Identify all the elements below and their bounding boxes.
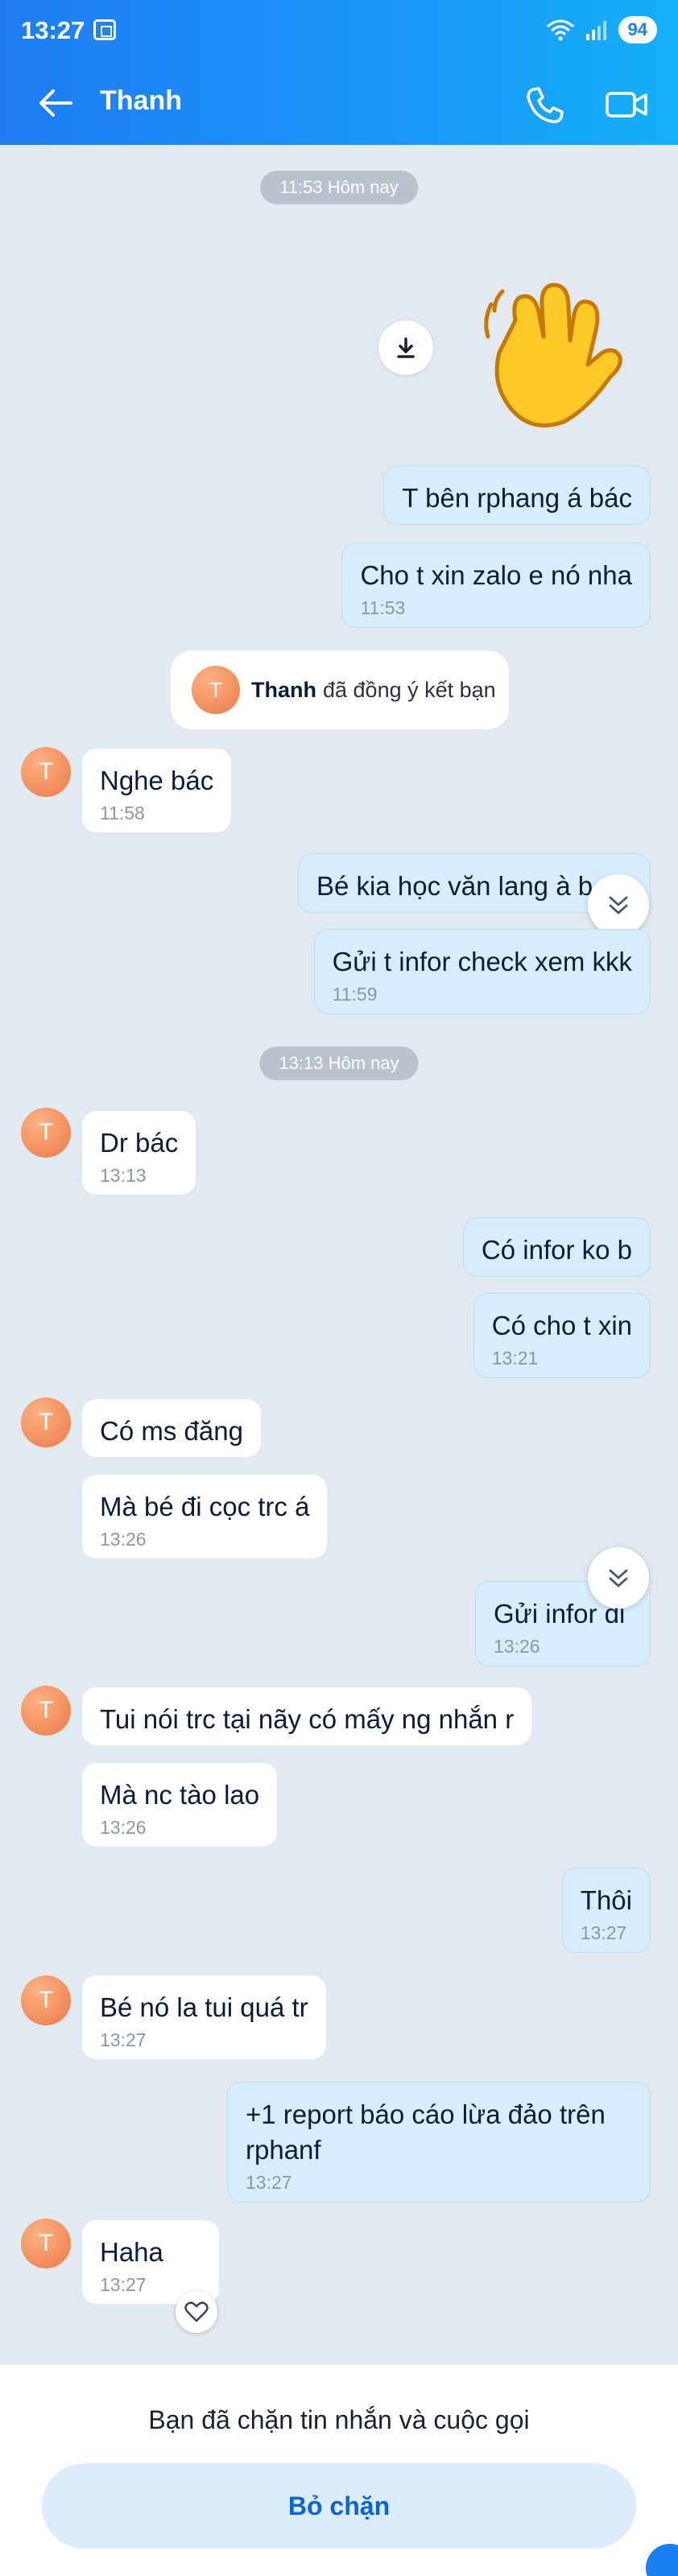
message-text: Gửi t infor check xem kkk bbox=[332, 947, 632, 976]
message-text: Haha bbox=[100, 2237, 163, 2267]
scroll-down-button[interactable] bbox=[588, 1547, 649, 1608]
double-chevron-down-icon bbox=[609, 1569, 628, 1587]
video-call-button[interactable] bbox=[602, 82, 651, 127]
time-chip: 11:53 Hôm nay bbox=[260, 171, 418, 204]
message-bubble-out[interactable]: +1 report báo cáo lừa đảo trên rphanf 13… bbox=[227, 2082, 651, 2202]
scroll-down-button[interactable] bbox=[588, 874, 649, 935]
message-bubble-out[interactable]: Có cho t xin 13:21 bbox=[473, 1293, 651, 1378]
message-bubble-in[interactable]: Có ms đăng bbox=[82, 1399, 261, 1457]
message-bubble-in[interactable]: Nghe bác 11:58 bbox=[82, 749, 232, 832]
back-button[interactable] bbox=[32, 80, 81, 126]
status-icons: 94 bbox=[546, 16, 657, 43]
avatar[interactable]: T bbox=[21, 2219, 71, 2268]
message-text: Dr bác bbox=[100, 1128, 179, 1158]
message-text: Cho t xin zalo e nó nha bbox=[360, 560, 632, 590]
message-bubble-in[interactable]: Mà nc tào lao 13:26 bbox=[82, 1763, 278, 1847]
waving-hand-sticker[interactable] bbox=[467, 272, 628, 433]
message-time: 13:27 bbox=[580, 1922, 627, 1943]
top-bar: 13:27 94 Thanh bbox=[0, 0, 678, 145]
message-time: 13:13 bbox=[100, 1165, 147, 1186]
message-bubble-out[interactable]: T bên rphang á bác bbox=[383, 465, 651, 525]
message-bubble-out[interactable]: Gửi t infor check xem kkk 11:59 bbox=[313, 929, 651, 1014]
message-text: Có cho t xin bbox=[491, 1311, 632, 1340]
message-text: Tui nói trc tại nãy có mấy ng nhắn r bbox=[100, 1704, 515, 1734]
message-text: +1 report báo cáo lừa đảo trên rphanf bbox=[246, 2099, 606, 2165]
time-chip: 13:13 Hôm nay bbox=[259, 1046, 419, 1080]
video-camera-icon bbox=[606, 92, 647, 118]
message-time: 13:27 bbox=[100, 2029, 147, 2050]
double-chevron-down-icon bbox=[609, 896, 628, 914]
avatar: T bbox=[192, 666, 240, 714]
heart-icon bbox=[184, 2301, 209, 2322]
message-time: 11:53 bbox=[360, 597, 406, 618]
message-bubble-out[interactable]: Thôi 13:27 bbox=[561, 1868, 651, 1953]
message-text: Mà bé đi cọc trc á bbox=[100, 1492, 310, 1521]
notice-text: đã đồng ý kết bạn bbox=[323, 677, 496, 702]
message-bubble-in[interactable]: Tui nói trc tại nãy có mấy ng nhắn r bbox=[82, 1687, 532, 1745]
message-time: 11:59 bbox=[332, 984, 378, 1005]
blocked-notice: Bạn đã chặn tin nhắn và cuộc gọi bbox=[148, 2405, 530, 2434]
message-text: Bé nó la tui quá tr bbox=[100, 1992, 308, 2022]
message-time: 13:26 bbox=[100, 1817, 147, 1838]
avatar[interactable]: T bbox=[21, 1397, 71, 1447]
message-bubble-out[interactable]: Có infor ko b bbox=[462, 1217, 651, 1277]
wifi-icon bbox=[546, 19, 574, 41]
avatar[interactable]: T bbox=[21, 1975, 71, 2025]
message-bubble-out[interactable]: Cho t xin zalo e nó nha 11:53 bbox=[341, 543, 651, 628]
react-button[interactable] bbox=[176, 2291, 217, 2333]
message-text: T bên rphang á bác bbox=[402, 483, 632, 513]
contact-name[interactable]: Thanh bbox=[100, 85, 182, 117]
message-bubble-in[interactable]: Dr bác 13:13 bbox=[82, 1111, 196, 1195]
arrow-left-icon bbox=[39, 89, 72, 117]
avatar[interactable]: T bbox=[21, 747, 71, 797]
message-text: Thôi bbox=[580, 1885, 632, 1915]
signal-icon bbox=[585, 21, 606, 40]
voice-call-button[interactable] bbox=[520, 82, 568, 127]
message-text: Nghe bác bbox=[100, 766, 214, 795]
message-text: Có ms đăng bbox=[100, 1416, 243, 1446]
message-bubble-in[interactable]: Bé nó la tui quá tr 13:27 bbox=[82, 1975, 326, 2059]
avatar[interactable]: T bbox=[21, 1686, 71, 1736]
avatar[interactable]: T bbox=[21, 1108, 71, 1158]
floating-bubble[interactable] bbox=[646, 2544, 678, 2576]
message-time: 13:26 bbox=[100, 1529, 147, 1550]
message-bubble-in[interactable]: Mà bé đi cọc trc á 13:26 bbox=[82, 1475, 328, 1558]
message-time: 13:27 bbox=[100, 2274, 147, 2295]
notice-name: Thanh bbox=[251, 677, 316, 702]
message-time: 13:26 bbox=[494, 1636, 540, 1657]
message-text: Mà nc tào lao bbox=[100, 1780, 260, 1810]
friend-accepted-notice: T Thanh đã đồng ý kết bạn bbox=[171, 650, 509, 729]
message-time: 13:21 bbox=[491, 1348, 539, 1368]
status-time: 13:27 bbox=[21, 16, 85, 44]
download-button[interactable] bbox=[378, 320, 433, 375]
screen-record-icon bbox=[93, 19, 116, 40]
unblock-button[interactable]: Bỏ chặn bbox=[42, 2463, 636, 2549]
blocked-panel: Bạn đã chặn tin nhắn và cuộc gọi Bỏ chặn bbox=[0, 2365, 678, 2576]
message-text: Có infor ko b bbox=[481, 1235, 632, 1265]
download-icon bbox=[397, 337, 415, 358]
phone-icon bbox=[527, 87, 564, 123]
message-text: Bé kia học văn lang à b bbox=[316, 871, 593, 901]
message-time: 11:58 bbox=[100, 803, 145, 824]
message-time: 13:27 bbox=[246, 2172, 292, 2193]
battery-badge: 94 bbox=[618, 16, 657, 43]
